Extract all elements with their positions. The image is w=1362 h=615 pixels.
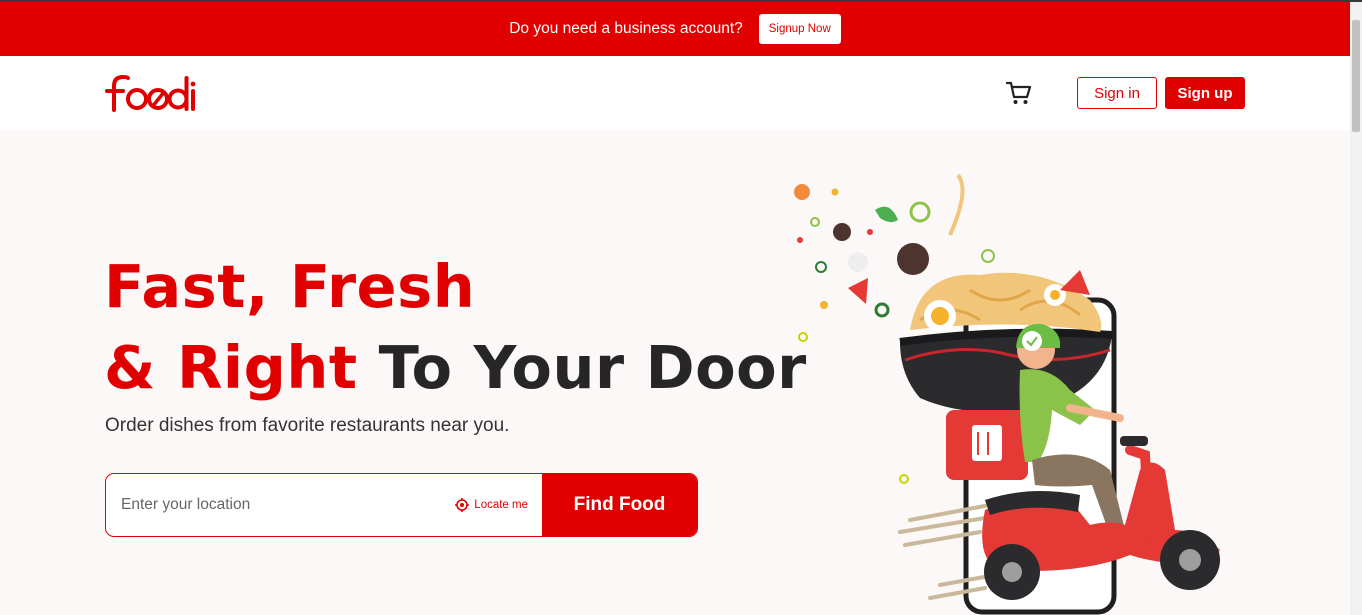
hero-section: Fast, Fresh & Right To Your Door Order d… bbox=[0, 130, 1350, 615]
promo-text: Do you need a business account? bbox=[509, 20, 743, 37]
cart-icon[interactable] bbox=[1005, 80, 1033, 106]
headline-accent: & Right bbox=[104, 333, 358, 402]
scrollbar-thumb[interactable] bbox=[1352, 20, 1360, 132]
location-input[interactable] bbox=[106, 474, 456, 536]
headline-line-2: & Right To Your Door bbox=[104, 333, 807, 402]
sign-up-button[interactable]: Sign up bbox=[1165, 77, 1245, 109]
location-search-bar: Locate me Find Food bbox=[105, 473, 698, 537]
target-icon bbox=[455, 498, 470, 512]
find-food-button[interactable]: Find Food bbox=[542, 474, 697, 536]
headline-rest: To Your Door bbox=[357, 333, 807, 402]
sign-in-button[interactable]: Sign in bbox=[1077, 77, 1157, 109]
hero-subtitle: Order dishes from favorite restaurants n… bbox=[105, 415, 510, 436]
headline-line-1: Fast, Fresh bbox=[104, 252, 476, 321]
locate-me-button[interactable]: Locate me bbox=[455, 474, 542, 536]
promo-banner: Do you need a business account? Signup N… bbox=[0, 2, 1350, 56]
page-scrollbar[interactable] bbox=[1350, 2, 1362, 615]
foodi-logo[interactable] bbox=[104, 68, 196, 116]
delivery-scooter-illustration bbox=[794, 173, 1220, 615]
signup-now-button[interactable]: Signup Now bbox=[758, 14, 841, 44]
locate-me-label: Locate me bbox=[474, 499, 528, 511]
foodi-logo-wordmark bbox=[105, 74, 196, 112]
navbar: Sign in Sign up bbox=[0, 56, 1350, 130]
